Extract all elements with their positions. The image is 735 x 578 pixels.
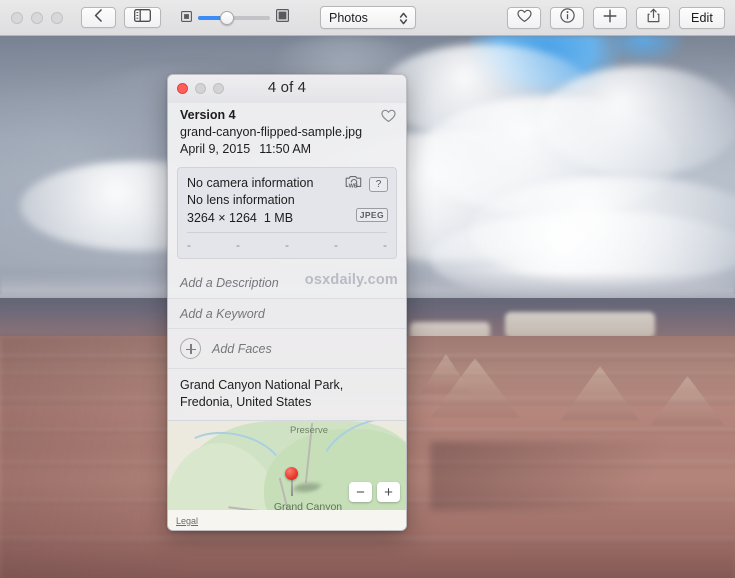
map-zoom-out-button[interactable]: − [349, 482, 372, 502]
toolbar-right-controls: Edit [507, 7, 725, 29]
time-label: 11:50 AM [259, 142, 312, 156]
description-field[interactable]: Add a Description osxdaily.com [168, 268, 406, 298]
map-zoom-controls: − + [349, 482, 400, 502]
map-footer-strip [168, 510, 406, 530]
info-panel-titlebar[interactable]: 4 of 4 [168, 75, 406, 103]
view-mode-popup-button[interactable]: Photos [320, 6, 416, 29]
chevron-updown-icon [399, 11, 408, 31]
description-placeholder: Add a Description [180, 276, 279, 290]
filename-label: grand-canyon-flipped-sample.jpg [180, 125, 363, 139]
info-circle-icon [559, 8, 575, 28]
info-panel-title: 4 of 4 [267, 79, 307, 96]
info-button[interactable] [550, 7, 584, 29]
plus-icon [603, 9, 617, 28]
help-button[interactable]: ? [369, 176, 388, 192]
back-button[interactable] [81, 7, 116, 28]
dimensions-label: 3264 × 1264 [187, 211, 257, 225]
photo-info-panel: 4 of 4 Version 4 grand-canyon-flipped-sa… [167, 74, 407, 531]
map-pin-icon[interactable] [285, 467, 298, 480]
keyword-field[interactable]: Add a Keyword [168, 298, 406, 328]
add-button[interactable] [593, 7, 627, 29]
map-pin-stem [290, 478, 293, 496]
filesize-label: 1 MB [263, 211, 294, 225]
minimize-icon[interactable] [31, 11, 43, 24]
exif-placeholder-row: - - - - - [187, 232, 387, 254]
slider-track[interactable] [198, 10, 270, 25]
favorite-button[interactable] [507, 7, 541, 29]
plus-circle-icon[interactable] [180, 338, 201, 359]
exif-metadata-box: No camera information No lens informatio… [177, 167, 397, 259]
favorite-toggle[interactable] [381, 109, 396, 128]
exif-placeholder: - [383, 238, 387, 252]
thumbnail-size-slider[interactable] [181, 8, 290, 27]
version-section: Version 4 grand-canyon-flipped-sample.jp… [168, 103, 406, 167]
window-toolbar: Photos Edit [0, 0, 735, 36]
exif-placeholder: - [334, 238, 338, 252]
date-time-row: April 9, 2015 11:50 AM [180, 141, 394, 158]
share-icon [647, 8, 660, 28]
sidebar-toggle-button[interactable] [124, 7, 161, 28]
version-label: Version 4 [180, 108, 236, 122]
exif-placeholder: - [285, 238, 289, 252]
view-mode-label: Photos [329, 10, 368, 25]
small-thumbnail-icon [181, 9, 192, 27]
map-label-preserve: Preserve [290, 425, 329, 436]
window-traffic-lights [11, 11, 63, 24]
date-label: April 9, 2015 [180, 142, 251, 156]
heart-icon [516, 9, 532, 28]
map-zoom-in-button[interactable]: + [377, 482, 400, 502]
edit-button-label: Edit [691, 11, 713, 25]
large-thumbnail-icon [276, 8, 290, 27]
location-map[interactable]: Preserve Grand Canyon National Park The … [168, 420, 406, 530]
chevron-left-icon [94, 8, 103, 27]
photo-rim-highlight [505, 312, 655, 338]
close-icon[interactable] [11, 11, 23, 24]
sidebar-toggle-icon [134, 8, 151, 27]
edit-button[interactable]: Edit [679, 7, 725, 29]
exif-placeholder: - [236, 238, 240, 252]
camera-wb-icon: WB [345, 174, 363, 194]
add-faces-row[interactable]: Add Faces [168, 328, 406, 368]
photos-app-window: Photos Edit 4 of 4 Version 4 grand-canyo… [0, 0, 735, 578]
heart-icon [381, 109, 396, 127]
exif-placeholder: - [187, 238, 191, 252]
map-legal-link[interactable]: Legal [176, 516, 198, 526]
photo-blue-sky-patch-secondary [615, 36, 685, 64]
svg-text:WB: WB [349, 183, 358, 189]
keyword-placeholder: Add a Keyword [180, 306, 265, 321]
share-button[interactable] [636, 7, 670, 29]
add-faces-label: Add Faces [212, 341, 272, 356]
lens-info-label: No lens information [187, 193, 295, 207]
slider-knob[interactable] [220, 10, 234, 25]
location-row: Grand Canyon National Park, Fredonia, Un… [168, 368, 406, 420]
maximize-icon[interactable] [51, 11, 63, 24]
location-label: Grand Canyon National Park, Fredonia, Un… [180, 378, 344, 409]
watermark-label: osxdaily.com [304, 272, 398, 288]
exif-icon-group: WB ? [345, 174, 388, 194]
photo-canyon-foreground-shadow [0, 534, 735, 578]
photo-canyon-shadow [430, 441, 730, 511]
format-badge: JPEG [355, 208, 388, 222]
